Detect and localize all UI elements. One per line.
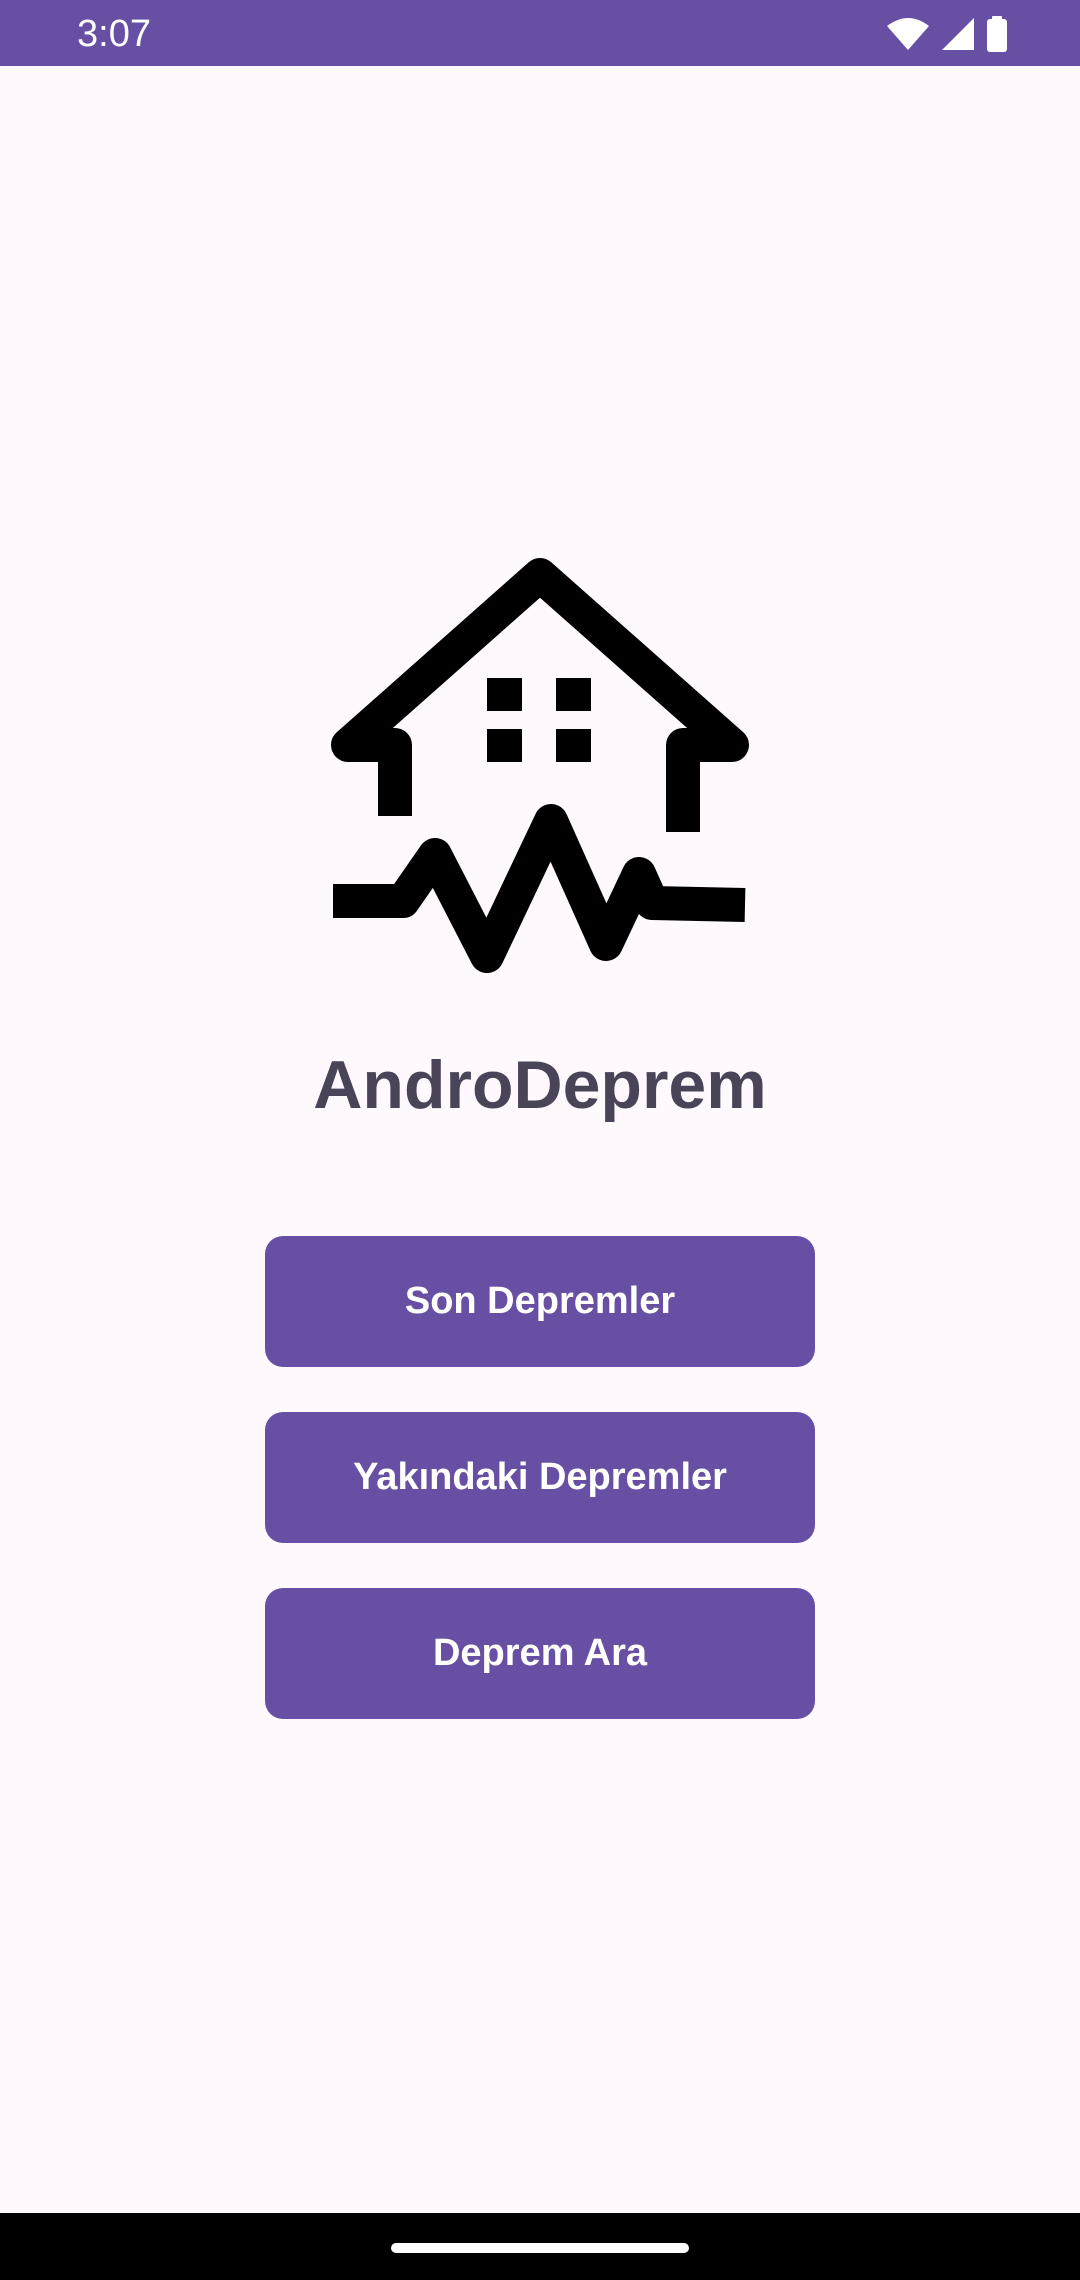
status-icons xyxy=(886,14,1008,54)
house-seismograph-icon xyxy=(331,558,749,973)
home-gesture-handle[interactable] xyxy=(391,2243,689,2253)
status-time: 3:07 xyxy=(77,13,151,55)
recent-earthquakes-button[interactable]: Son Depremler xyxy=(265,1236,815,1367)
cellular-signal-icon xyxy=(942,18,974,50)
status-bar: 3:07 xyxy=(0,0,1080,66)
wifi-icon xyxy=(887,18,929,50)
navigation-bar xyxy=(0,2213,1080,2280)
battery-icon xyxy=(987,16,1007,52)
app-title: AndroDeprem xyxy=(313,1047,767,1123)
nearby-earthquakes-button[interactable]: Yakındaki Depremler xyxy=(265,1412,815,1543)
search-earthquake-button[interactable]: Deprem Ara xyxy=(265,1588,815,1719)
